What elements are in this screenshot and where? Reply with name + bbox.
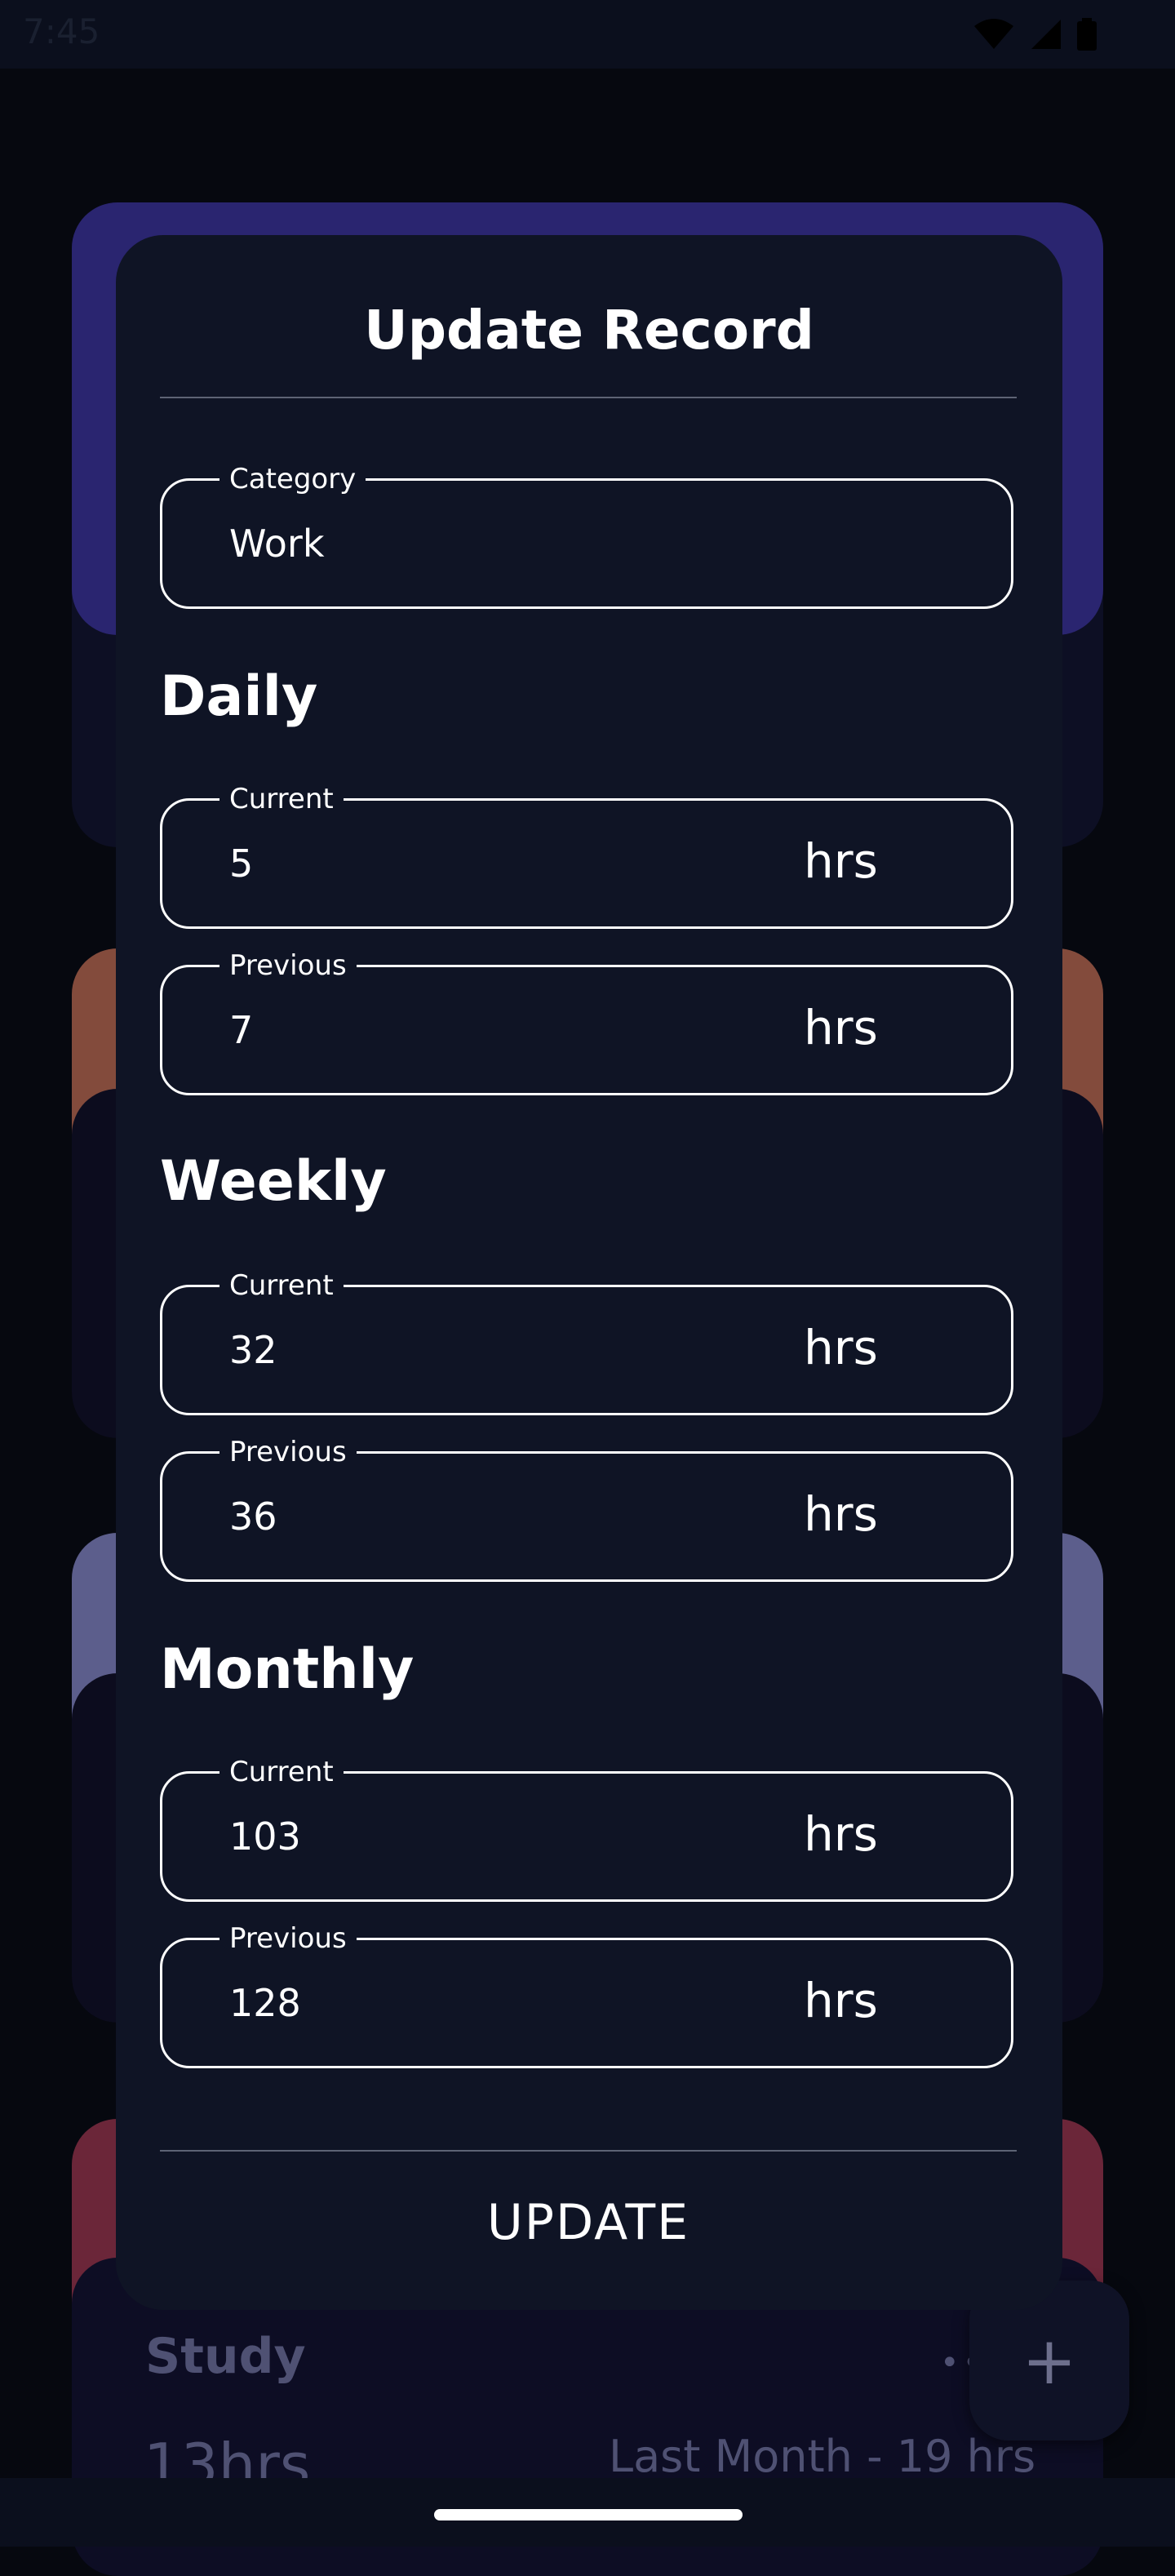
weekly-current-field[interactable]: Current 32 hrs bbox=[160, 1269, 1013, 1415]
study-card-title: Study bbox=[145, 2328, 306, 2385]
daily-previous-value: 7 bbox=[229, 1008, 254, 1052]
status-bar: 7:45 bbox=[0, 0, 1175, 69]
monthly-previous-field[interactable]: Previous 128 hrs bbox=[160, 1922, 1013, 2068]
daily-current-unit: hrs bbox=[804, 833, 878, 889]
weekly-previous-label: Previous bbox=[219, 1436, 357, 1468]
weekly-previous-field[interactable]: Previous 36 hrs bbox=[160, 1436, 1013, 1582]
monthly-previous-value: 128 bbox=[229, 1981, 301, 2025]
daily-previous-label: Previous bbox=[219, 949, 357, 982]
dialog-title: Update Record bbox=[364, 299, 814, 362]
home-gesture-handle[interactable] bbox=[434, 2509, 743, 2520]
category-field-value: Work bbox=[229, 522, 325, 566]
cell-signal-icon bbox=[1031, 20, 1061, 49]
button-divider bbox=[160, 2150, 1017, 2152]
daily-current-field[interactable]: Current 5 hrs bbox=[160, 783, 1013, 929]
title-divider bbox=[160, 397, 1017, 398]
status-icons bbox=[973, 18, 1097, 51]
wifi-icon bbox=[974, 19, 1013, 49]
daily-current-label: Current bbox=[219, 783, 344, 815]
monthly-current-value: 103 bbox=[229, 1814, 301, 1859]
category-field-label: Category bbox=[219, 463, 366, 495]
status-time: 7:45 bbox=[23, 11, 100, 51]
monthly-previous-unit: hrs bbox=[804, 1973, 878, 2028]
battery-icon bbox=[1077, 18, 1097, 51]
monthly-current-unit: hrs bbox=[804, 1806, 878, 1862]
monthly-current-field[interactable]: Current 103 hrs bbox=[160, 1756, 1013, 1902]
daily-previous-field[interactable]: Previous 7 hrs bbox=[160, 949, 1013, 1095]
monthly-heading: Monthly bbox=[160, 1637, 415, 1702]
weekly-previous-value: 36 bbox=[229, 1495, 277, 1539]
update-button[interactable]: UPDATE bbox=[160, 2178, 1017, 2267]
monthly-previous-label: Previous bbox=[219, 1922, 357, 1955]
daily-previous-unit: hrs bbox=[804, 1000, 878, 1055]
update-record-dialog: Update Record Category Work Daily Curren… bbox=[116, 235, 1062, 2310]
weekly-current-label: Current bbox=[219, 1269, 344, 1302]
weekly-previous-unit: hrs bbox=[804, 1486, 878, 1542]
category-field[interactable]: Category Work bbox=[160, 463, 1013, 609]
weekly-current-unit: hrs bbox=[804, 1320, 878, 1375]
daily-heading: Daily bbox=[160, 664, 318, 729]
monthly-current-label: Current bbox=[219, 1756, 344, 1788]
navigation-bar bbox=[0, 2478, 1175, 2547]
daily-current-value: 5 bbox=[229, 842, 254, 886]
weekly-heading: Weekly bbox=[160, 1149, 387, 1214]
weekly-current-value: 32 bbox=[229, 1328, 277, 1372]
